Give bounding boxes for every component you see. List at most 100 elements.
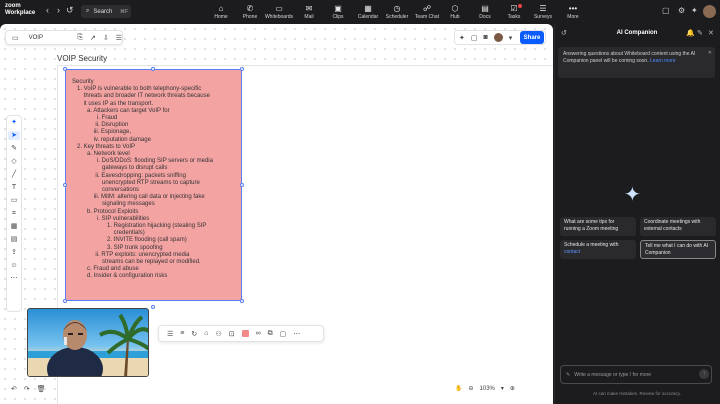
- ai-sparkle-icon[interactable]: ✦: [11, 118, 17, 127]
- back-arrow-icon[interactable]: ‹: [46, 5, 49, 15]
- phone-icon: ✆: [246, 4, 254, 13]
- input-placeholder: Write a message or type / for more: [574, 371, 652, 378]
- select-tool-icon[interactable]: ➤: [8, 131, 20, 140]
- forward-arrow-icon[interactable]: ›: [57, 5, 60, 15]
- line-tool-icon[interactable]: ╱: [12, 170, 16, 179]
- resize-handle[interactable]: [240, 299, 244, 303]
- comment-icon[interactable]: ▢: [471, 34, 478, 42]
- note-line: 1. Registration hijacking (stealing SIP: [72, 223, 207, 230]
- close-icon[interactable]: ✕: [708, 50, 712, 57]
- chevron-down-icon[interactable]: ▾: [501, 385, 504, 392]
- history-icon[interactable]: ↺: [66, 5, 74, 16]
- note-line: gateways to disrupt calls: [72, 165, 168, 172]
- resize-handle[interactable]: [151, 67, 155, 71]
- note-line: 3. SIP trunk spoofing: [72, 244, 163, 251]
- suggestion-schedule[interactable]: Schedule a meeting with contact: [560, 240, 636, 259]
- lock-icon[interactable]: ⊡: [229, 330, 235, 338]
- people-icon[interactable]: ⚇: [215, 330, 221, 338]
- shapes-tool-icon[interactable]: ◇: [11, 157, 16, 166]
- text-tool-icon[interactable]: T: [12, 183, 16, 192]
- video-icon[interactable]: ◙: [484, 34, 488, 41]
- note-line: it uses IP as the transport.: [72, 100, 154, 107]
- suggestion-capabilities[interactable]: Tell me what I can do with AI Companion: [640, 240, 716, 259]
- more-tools-icon[interactable]: ⋯: [11, 274, 18, 283]
- tag-icon[interactable]: ⌂: [204, 330, 208, 337]
- learn-more-link[interactable]: Learn more: [650, 58, 676, 64]
- stamp-tool-icon[interactable]: ☺: [10, 261, 17, 270]
- suggestion-tips[interactable]: What are some tips for running a Zoom me…: [560, 217, 636, 236]
- hand-tool-icon[interactable]: ✋: [455, 385, 462, 392]
- zoom-level[interactable]: 103%: [480, 386, 495, 392]
- color-swatch[interactable]: [241, 330, 249, 337]
- redo-icon[interactable]: ↷: [24, 385, 30, 393]
- note-format-toolbar: ☰ ≡ ↻ ⌂ ⚇ ⊡ ∞ ⧉ ▢ ⋯: [158, 325, 324, 342]
- note-line: iii. Espionage,: [72, 129, 132, 136]
- document-icon[interactable]: ⎘: [77, 34, 83, 42]
- surveys-icon: ☰: [539, 4, 547, 13]
- chat-icon: ☍: [422, 4, 432, 13]
- message-input[interactable]: ✎ Write a message or type / for more: [560, 365, 712, 384]
- settings-icon[interactable]: ⚙: [678, 6, 685, 15]
- nav-scheduler[interactable]: ◷ Scheduler: [380, 0, 414, 24]
- refresh-icon[interactable]: ↻: [191, 330, 197, 338]
- new-chat-icon[interactable]: ✎: [697, 29, 703, 37]
- resize-handle[interactable]: [151, 305, 155, 309]
- table-tool-icon[interactable]: ▤: [11, 235, 18, 244]
- user-avatar[interactable]: [703, 5, 716, 18]
- ai-sparkle-icon[interactable]: ✦: [691, 6, 698, 15]
- whiteboard-name[interactable]: VOIP: [29, 35, 71, 41]
- more-icon: •••: [568, 4, 578, 13]
- search-bar[interactable]: ⌕ Search ⌘F: [81, 5, 131, 18]
- close-icon[interactable]: ✕: [708, 29, 714, 37]
- numbered-list-icon[interactable]: ≡: [180, 330, 184, 337]
- download-icon[interactable]: ⇩: [103, 34, 109, 42]
- nav-clips[interactable]: ▣ Clips: [321, 0, 355, 24]
- sidebar-toggle-icon[interactable]: ▭: [12, 34, 19, 42]
- pen-tool-icon[interactable]: ✎: [11, 144, 17, 153]
- link-icon[interactable]: ∞: [256, 330, 261, 337]
- nav-surveys[interactable]: ☰ Surveys: [526, 0, 560, 24]
- nav-hub[interactable]: ⬡ Hub: [438, 0, 472, 24]
- note-line: signaling messages: [72, 201, 155, 208]
- frame-title[interactable]: VOIP Security: [57, 54, 107, 63]
- open-external-icon[interactable]: ↗: [90, 34, 96, 42]
- zoom-out-icon[interactable]: ⊖: [468, 385, 473, 392]
- ai-companion-icon[interactable]: ✦: [459, 34, 465, 42]
- suggestion-coordinate[interactable]: Coordinate meetings with external contac…: [640, 217, 716, 236]
- resize-handle[interactable]: [63, 299, 67, 303]
- frame-tool-icon[interactable]: ⌗: [12, 209, 16, 218]
- chevron-down-icon[interactable]: ▾: [509, 34, 513, 42]
- bullet-list-icon[interactable]: ☰: [167, 330, 173, 338]
- undo-icon[interactable]: ↶: [11, 385, 17, 393]
- video-self-view[interactable]: [27, 308, 149, 377]
- template-tool-icon[interactable]: ▦: [11, 222, 18, 231]
- delete-icon[interactable]: 🗑: [37, 385, 46, 393]
- zoom-in-icon[interactable]: ⊕: [510, 385, 515, 392]
- resize-handle[interactable]: [240, 183, 244, 187]
- note-line: a. Network level: [72, 151, 130, 158]
- undo-redo-bar: ↶ ↷ 🗑: [6, 381, 52, 396]
- collaborator-avatar[interactable]: [493, 33, 503, 42]
- scheduler-icon: ◷: [393, 4, 401, 13]
- send-icon[interactable]: ↑: [699, 369, 709, 379]
- resize-handle[interactable]: [63, 67, 67, 71]
- attach-icon[interactable]: ✎: [566, 372, 570, 378]
- bell-icon[interactable]: 🔔: [686, 29, 695, 37]
- nav-whiteboards[interactable]: ▭ Whiteboards: [262, 0, 296, 24]
- zoom-workplace-logo[interactable]: zoom Workplace: [5, 3, 35, 17]
- whiteboard-header: ▭ VOIP ⎘ ↗ ⇩ ☰: [5, 30, 123, 45]
- menu-icon[interactable]: ☰: [116, 34, 122, 42]
- search-shortcut: ⌘F: [119, 8, 128, 15]
- comment-icon[interactable]: ▢: [280, 330, 287, 338]
- sticky-note-tool-icon[interactable]: ▭: [11, 196, 18, 205]
- note-line: conversations: [72, 187, 140, 194]
- sticky-note[interactable]: Security 1. VoIP is vulnerable to both t…: [65, 69, 242, 301]
- share-button[interactable]: Share: [520, 31, 544, 44]
- copy-icon[interactable]: ⧉: [268, 330, 273, 338]
- notes-icon[interactable]: ▢: [662, 6, 670, 15]
- upload-tool-icon[interactable]: ⇪: [11, 248, 17, 257]
- resize-handle[interactable]: [240, 67, 244, 71]
- resize-handle[interactable]: [63, 183, 67, 187]
- more-options-icon[interactable]: ⋯: [293, 330, 300, 338]
- nav-more[interactable]: ••• More: [556, 0, 590, 24]
